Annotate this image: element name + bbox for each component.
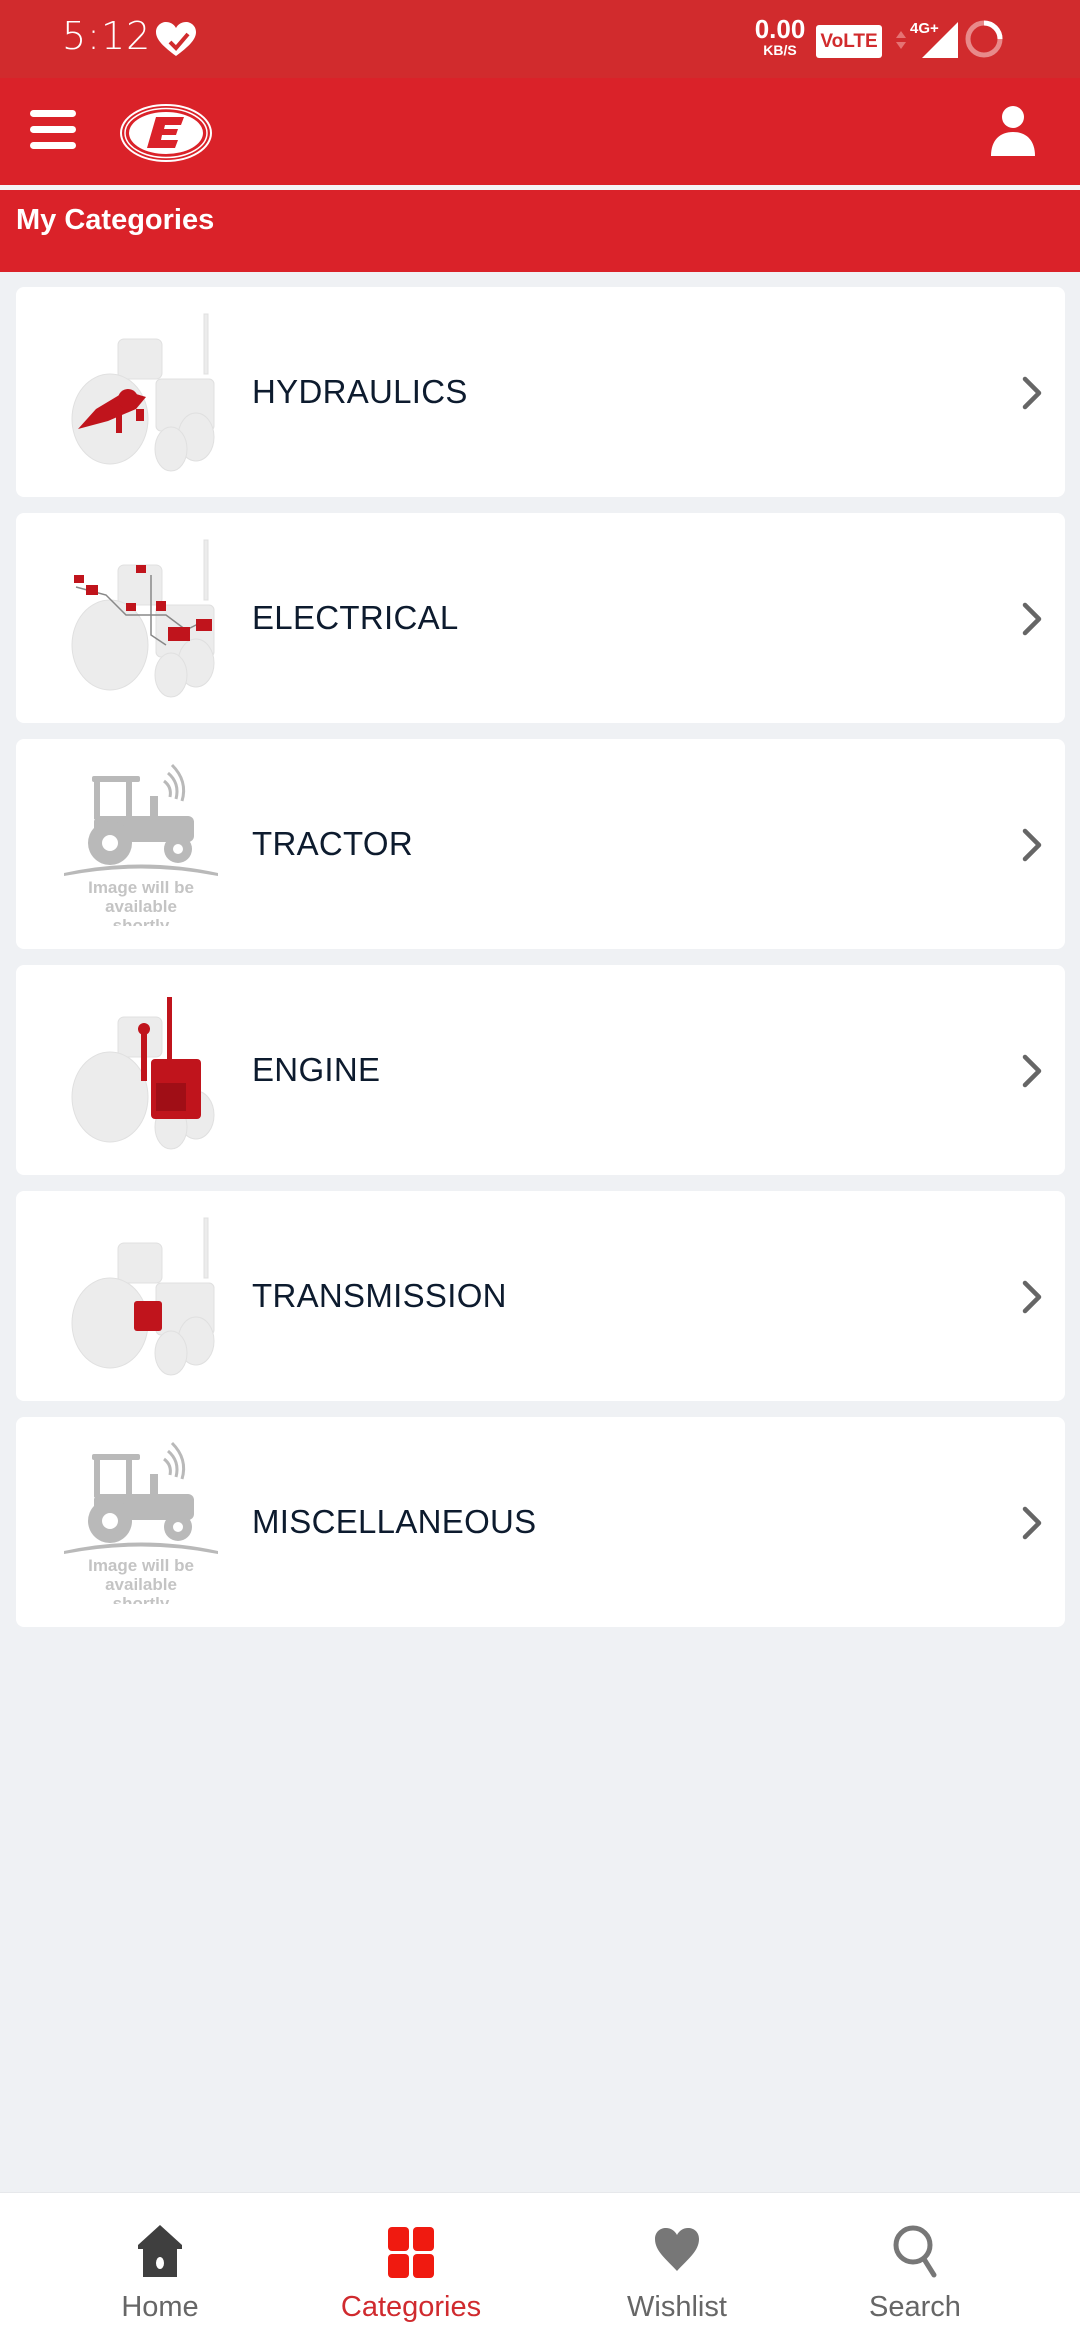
placeholder-line-1: Image will be	[88, 878, 194, 897]
tractor-hydraulics-image	[71, 313, 215, 472]
chevron-right-icon	[1022, 1280, 1042, 1314]
category-label: HYDRAULICS	[252, 373, 468, 410]
placeholder-line-3: shortly	[113, 916, 170, 926]
nav-label: Wishlist	[627, 2291, 727, 2323]
placeholder-line-2: available	[105, 1575, 177, 1594]
nav-label: Categories	[340, 2291, 482, 2323]
chevron-right-icon	[1022, 828, 1042, 862]
network-speed: 0.00 KB/S	[754, 14, 806, 58]
placeholder-line-3: shortly	[113, 1594, 170, 1604]
category-card-tractor[interactable]: Image will be available shortly TRACTOR	[16, 739, 1065, 949]
category-card-transmission[interactable]: TRANSMISSION	[16, 1191, 1065, 1401]
nav-wishlist[interactable]: Wishlist	[577, 2193, 777, 2340]
chevron-right-icon	[1022, 376, 1042, 410]
category-label: TRANSMISSION	[252, 1277, 507, 1314]
status-bar: 5:12 0.00 KB/S VoLTE 4G+	[0, 0, 1080, 78]
category-card-hydraulics[interactable]: HYDRAULICS	[16, 287, 1065, 497]
chevron-right-icon	[1022, 1506, 1042, 1540]
category-card-engine[interactable]: ENGINE	[16, 965, 1065, 1175]
category-label: ELECTRICAL	[252, 599, 459, 636]
user-profile-icon[interactable]	[988, 104, 1038, 160]
data-arrows-icon	[896, 31, 906, 49]
category-card-miscellaneous[interactable]: Image will be available shortly MISCELLA…	[16, 1417, 1065, 1627]
bottom-navigation: Home Categories Wishlist Search	[0, 2192, 1080, 2340]
hamburger-menu-icon[interactable]	[30, 108, 78, 152]
category-list: HYDRAULICS ELECTRICAL Image will be avai…	[16, 287, 1065, 1643]
placeholder-line-2: available	[105, 897, 177, 916]
brand-logo[interactable]	[118, 103, 214, 163]
battery-ring-icon	[965, 20, 1003, 58]
chevron-right-icon	[1022, 1054, 1042, 1088]
image-placeholder-tractor-icon: Image will be available shortly	[64, 763, 218, 926]
nav-search[interactable]: Search	[815, 2193, 1015, 2340]
search-icon	[893, 2225, 937, 2278]
placeholder-line-1: Image will be	[88, 1556, 194, 1575]
status-time: 5:12	[62, 14, 152, 58]
image-placeholder-tractor-icon: Image will be available shortly	[64, 1441, 218, 1604]
category-label: MISCELLANEOUS	[252, 1503, 537, 1540]
nav-label: Search	[869, 2291, 961, 2323]
home-icon	[138, 2225, 182, 2277]
tractor-engine-image	[71, 997, 215, 1150]
heart-icon	[655, 2228, 699, 2271]
grid-icon	[388, 2227, 434, 2278]
nav-label: Home	[121, 2291, 199, 2323]
chevron-right-icon	[1022, 602, 1042, 636]
title-band: My Categories	[0, 190, 1080, 272]
nav-home[interactable]: Home	[60, 2193, 260, 2340]
volte-icon: VoLTE	[816, 25, 882, 58]
page-title: My Categories	[16, 204, 215, 236]
signal-icon: 4G+	[910, 20, 962, 60]
category-label: ENGINE	[252, 1051, 381, 1088]
category-card-electrical[interactable]: ELECTRICAL	[16, 513, 1065, 723]
health-heart-check-icon	[156, 22, 196, 56]
nav-categories[interactable]: Categories	[311, 2193, 511, 2340]
category-label: TRACTOR	[252, 825, 413, 862]
tractor-transmission-image	[71, 1217, 215, 1376]
tractor-electrical-image	[71, 539, 215, 698]
